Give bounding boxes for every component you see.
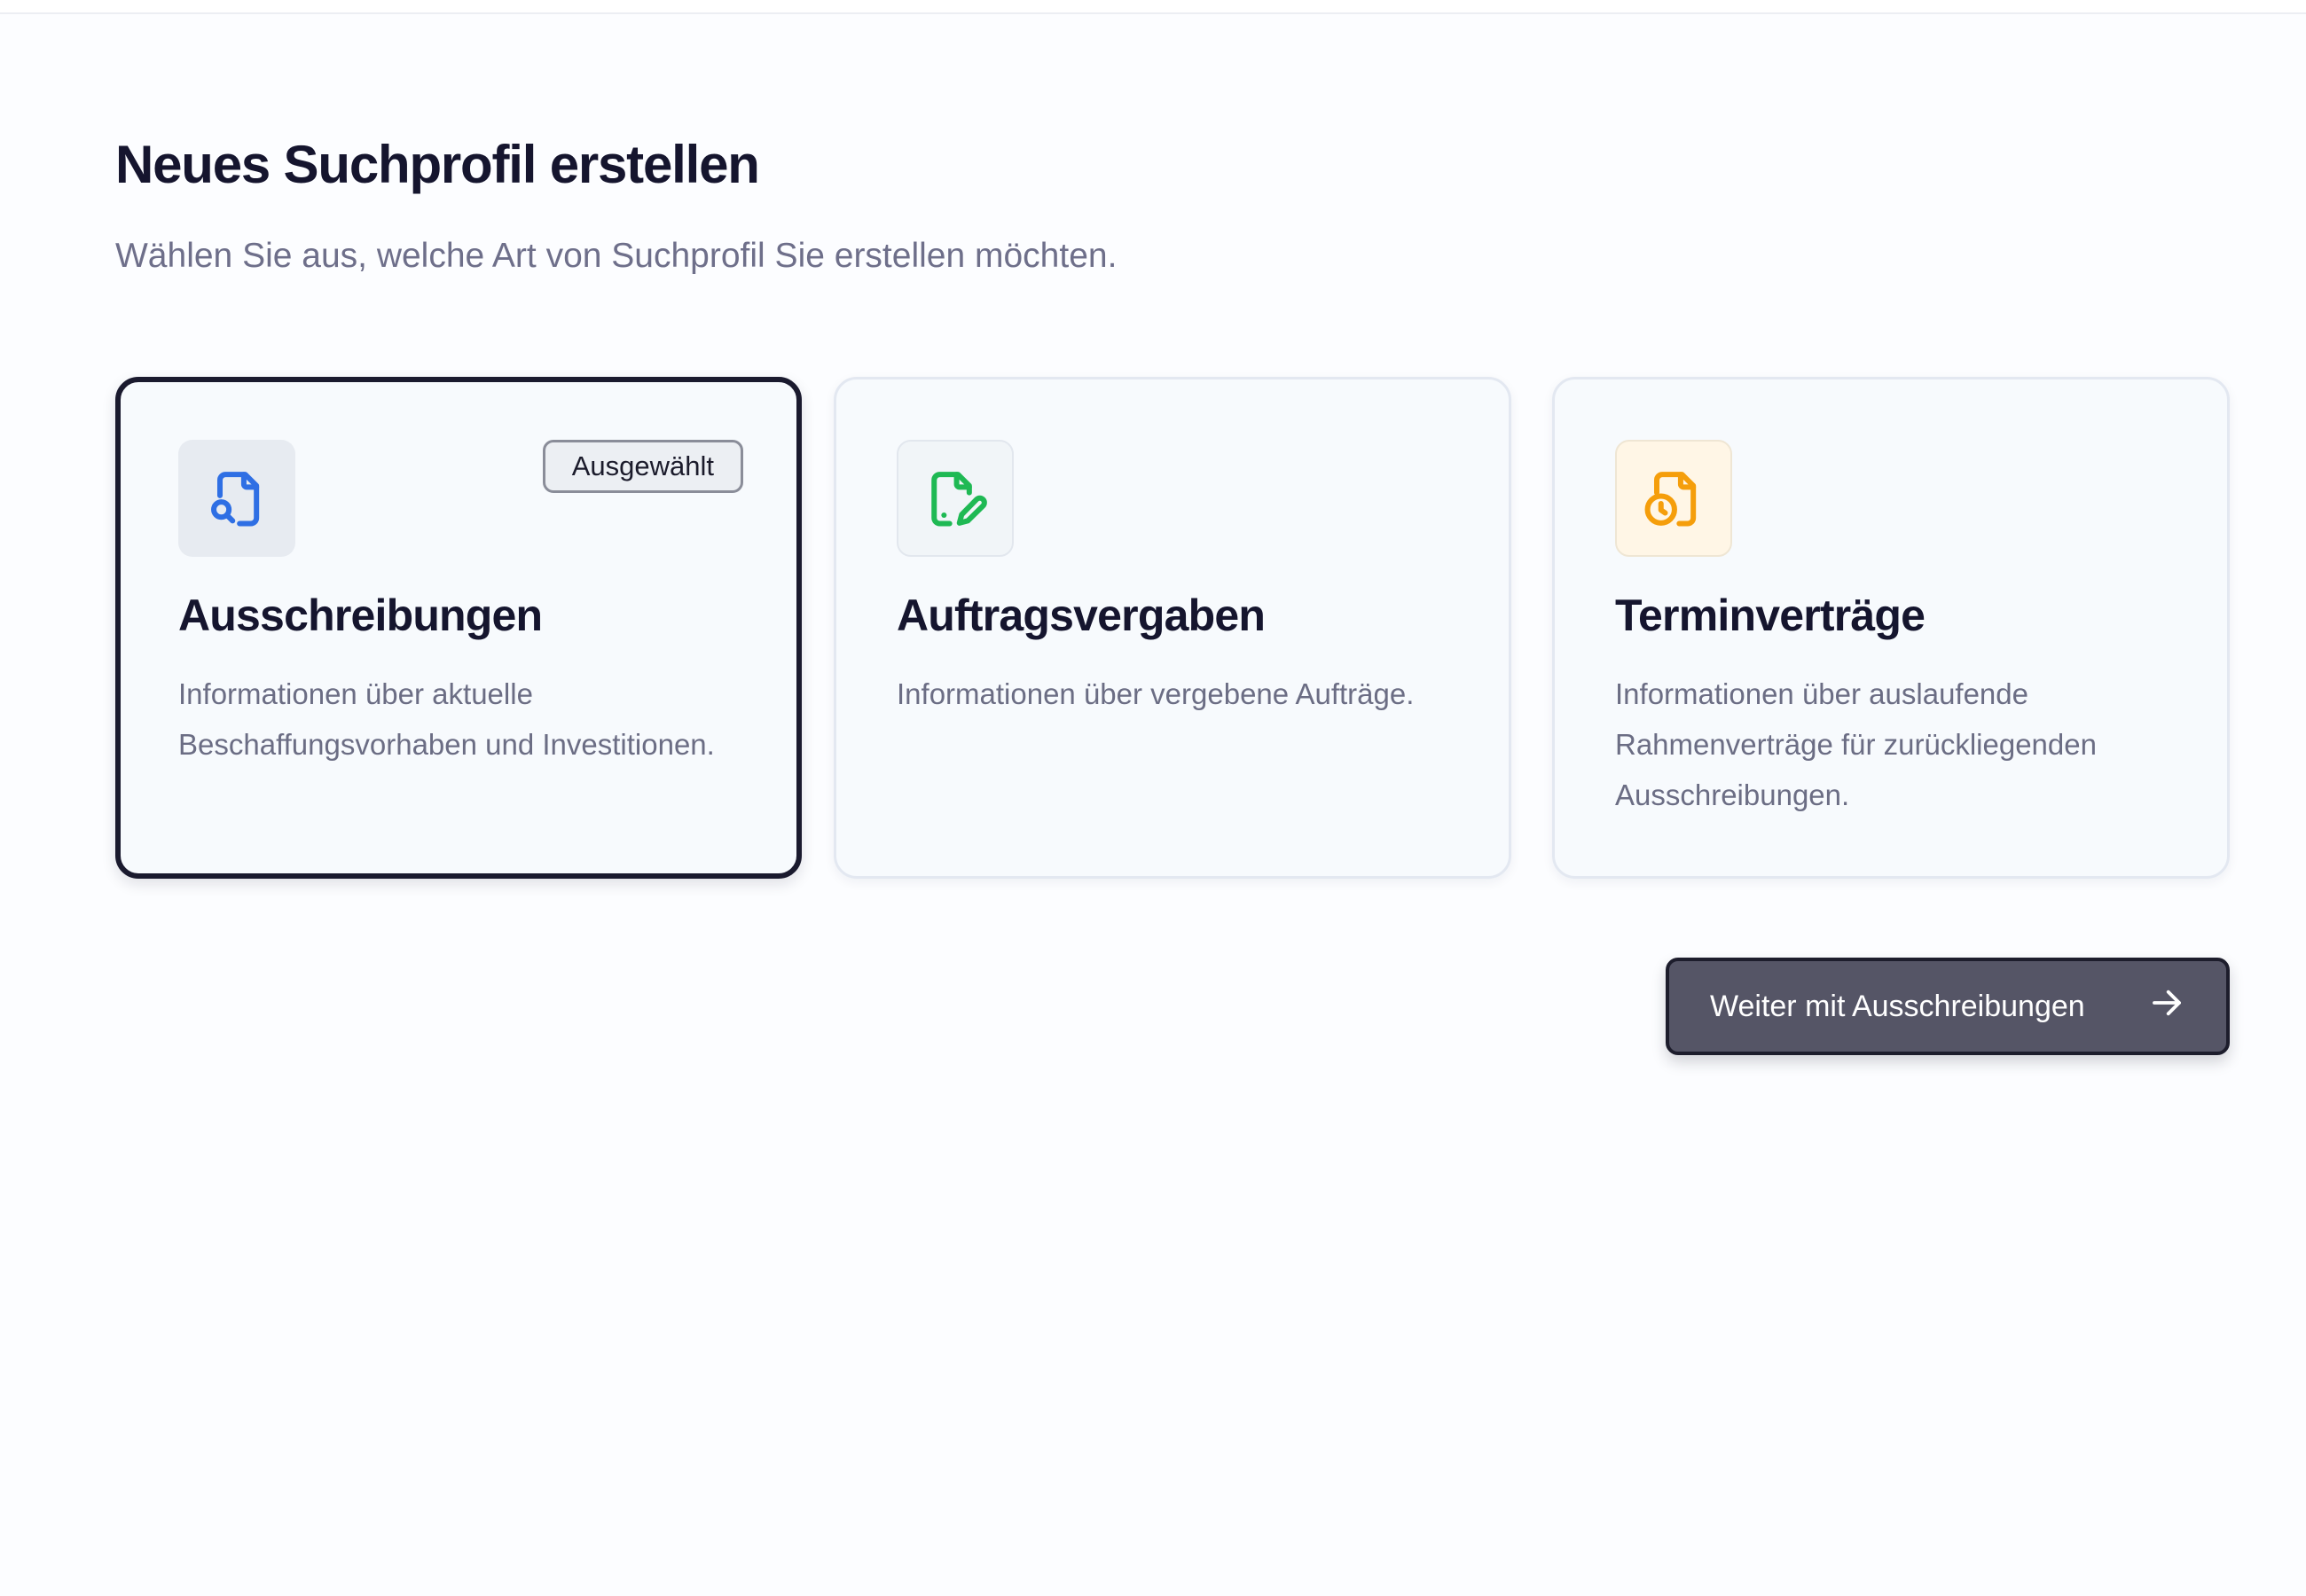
page-title: Neues Suchprofil erstellen bbox=[115, 135, 760, 194]
profile-type-card-ausschreibungen[interactable]: Ausgewählt Ausschreibungen Informationen… bbox=[115, 377, 802, 879]
file-edit-icon bbox=[897, 440, 1014, 557]
page-subtitle: Wählen Sie aus, welche Art von Suchprofi… bbox=[115, 237, 1118, 275]
card-content: Ausgewählt Ausschreibungen Informationen… bbox=[178, 440, 743, 770]
card-description: Informationen über auslaufende Rahmenver… bbox=[1615, 677, 2097, 811]
create-search-profile-page: Neues Suchprofil erstellen Wählen Sie au… bbox=[115, 133, 2231, 1055]
card-description: Informationen über vergebene Aufträge. bbox=[897, 677, 1415, 710]
card-content: Auftragsvergaben Informationen über verg… bbox=[897, 440, 1455, 719]
profile-type-card-terminvertraege[interactable]: Terminverträge Informationen über auslau… bbox=[1552, 377, 2230, 879]
file-clock-icon bbox=[1615, 440, 1732, 557]
continue-button-label: Weiter mit Ausschreibungen bbox=[1710, 989, 2085, 1023]
arrow-right-icon bbox=[2148, 984, 2185, 1029]
top-bar-border bbox=[0, 0, 2306, 14]
card-description: Informationen über aktuelle Beschaffungs… bbox=[178, 677, 715, 761]
profile-type-card-auftragsvergaben[interactable]: Auftragsvergaben Informationen über verg… bbox=[834, 377, 1511, 879]
selected-badge: Ausgewählt bbox=[542, 440, 743, 493]
continue-button[interactable]: Weiter mit Ausschreibungen bbox=[1666, 958, 2230, 1055]
card-title: Terminverträge bbox=[1615, 591, 1926, 640]
card-content: Terminverträge Informationen über auslau… bbox=[1615, 440, 2174, 820]
card-title: Auftragsvergaben bbox=[897, 591, 1266, 640]
profile-type-options: Ausgewählt Ausschreibungen Informationen… bbox=[115, 377, 2231, 879]
card-title: Ausschreibungen bbox=[178, 591, 543, 640]
file-search-icon bbox=[178, 440, 295, 557]
